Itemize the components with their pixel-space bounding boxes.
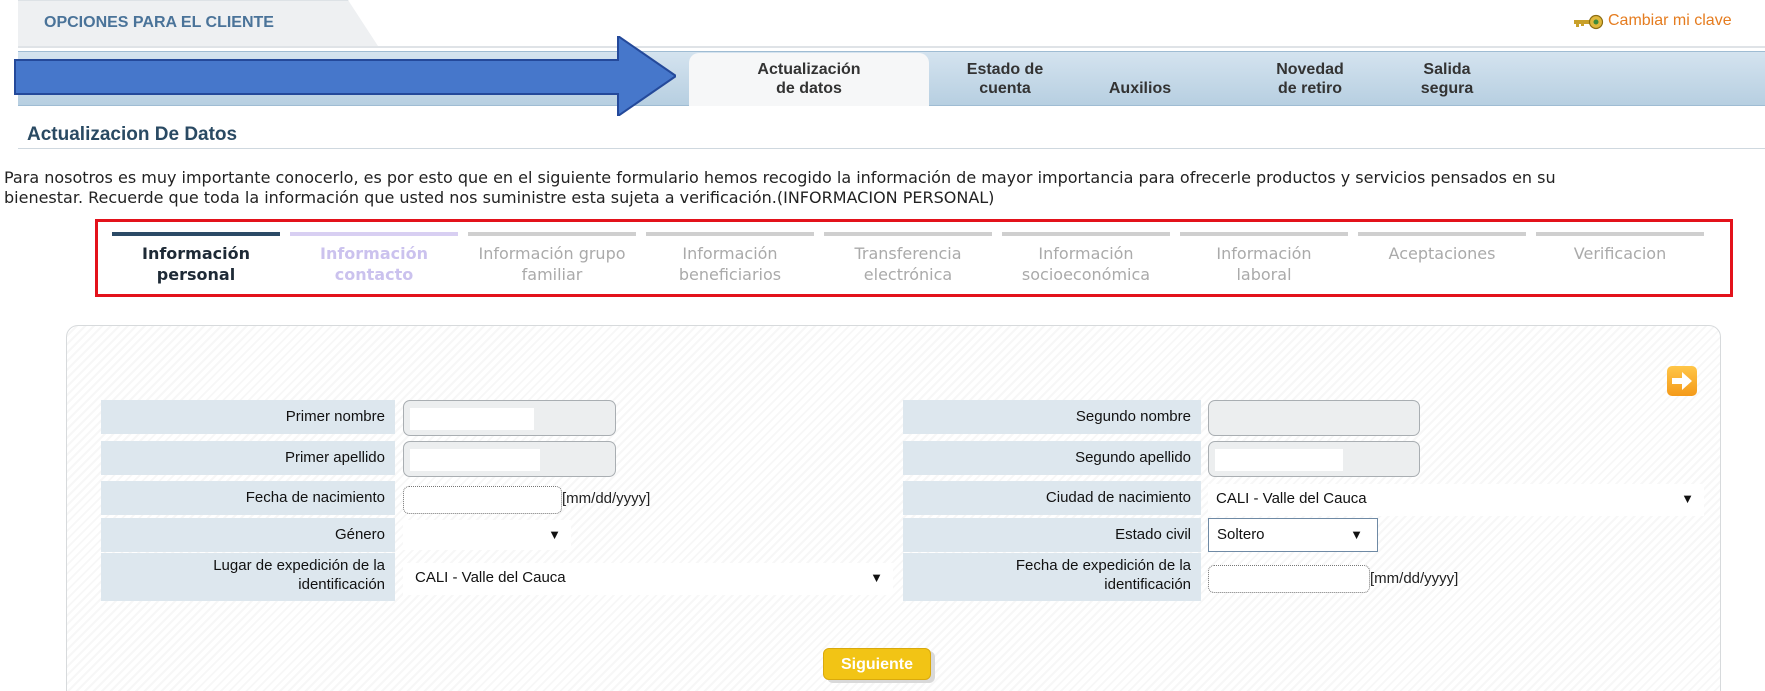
primer-nombre-input[interactable] — [403, 400, 616, 436]
nav-tab-label-line1 — [1085, 60, 1195, 79]
nav-tab-label-line1: Actualización — [757, 61, 861, 78]
estado-civil-select[interactable]: Soltero ▼ — [1208, 518, 1378, 552]
nav-tab-salida-segura[interactable]: Salida segura — [1392, 60, 1502, 98]
dropdown-caret-icon: ▼ — [548, 527, 561, 542]
dropdown-caret-icon: ▼ — [1681, 491, 1694, 506]
page-title: Actualizacion De Datos — [27, 124, 238, 145]
step-informacion-personal[interactable]: Información personal — [112, 243, 280, 285]
label-fecha-expedicion: Fecha de expedición de la identificación — [903, 553, 1201, 601]
step-informacion-socioeconomica[interactable]: Información socioeconómica — [1002, 243, 1170, 285]
step-label-line1: Información — [682, 244, 778, 263]
nav-tab-auxilios[interactable]: Auxilios — [1085, 60, 1195, 98]
step-bar — [1002, 232, 1170, 236]
nav-tab-label-line2: cuenta — [979, 80, 1031, 97]
primer-apellido-input[interactable] — [403, 441, 616, 477]
key-icon — [1574, 14, 1604, 30]
step-label-line2: beneficiarios — [678, 265, 782, 284]
ciudad-nacimiento-select-value: CALI - Valle del Cauca — [1216, 490, 1367, 507]
ciudad-nacimiento-select[interactable]: CALI - Valle del Cauca ▼ — [1208, 484, 1704, 516]
nav-tab-label-line2: Auxilios — [1108, 80, 1172, 97]
step-label-line2: laboral — [1236, 265, 1292, 284]
dropdown-caret-icon: ▼ — [870, 570, 883, 585]
label-segundo-apellido: Segundo apellido — [903, 441, 1201, 475]
step-label-line2: personal — [156, 265, 236, 284]
nav-tab-label-line1: Estado de — [966, 61, 1044, 78]
lugar-expedicion-select-value: CALI - Valle del Cauca — [415, 569, 566, 586]
label-primer-nombre: Primer nombre — [101, 400, 395, 434]
siguiente-button[interactable]: Siguiente — [823, 648, 931, 680]
step-informacion-beneficiarios[interactable]: Información beneficiarios — [646, 243, 814, 285]
segundo-nombre-input[interactable] — [1208, 400, 1420, 436]
label-primer-apellido: Primer apellido — [101, 441, 395, 475]
step-label-line1: Información — [1038, 244, 1134, 263]
dropdown-caret-icon: ▼ — [1350, 527, 1363, 542]
step-informacion-grupo-familiar[interactable]: Información grupo familiar — [458, 243, 646, 285]
label-line1: Lugar de expedición de la — [213, 557, 385, 574]
step-aceptaciones[interactable]: Aceptaciones — [1358, 243, 1526, 264]
intro-line-2: bienestar. Recuerde que toda la informac… — [4, 188, 995, 207]
next-arrow-icon[interactable] — [1667, 366, 1697, 396]
change-password-link[interactable]: Cambiar mi clave — [1608, 12, 1732, 30]
step-bar — [468, 232, 636, 236]
intro-line-1: Para nosotros es muy importante conocerl… — [4, 168, 1556, 187]
genero-select[interactable]: ▼ — [403, 520, 571, 550]
step-bar — [1536, 232, 1704, 236]
intro-text: Para nosotros es muy importante conocerl… — [4, 168, 1749, 208]
nav-tab-novedad-retiro[interactable]: Novedad de retiro — [1255, 60, 1365, 98]
step-label-line1: Información — [141, 244, 250, 263]
fecha-expedicion-format-hint: [mm/dd/yyyy] — [1370, 570, 1459, 587]
label-estado-civil: Estado civil — [903, 518, 1201, 552]
annotation-arrow — [14, 36, 676, 116]
step-label-line1: Información — [1216, 244, 1312, 263]
nav-tab-label-line1: Novedad — [1276, 61, 1344, 78]
step-label-line2: electrónica — [863, 265, 953, 284]
label-lugar-expedicion: Lugar de expedición de la identificación — [101, 553, 395, 601]
section-tab-label: OPCIONES PARA EL CLIENTE — [44, 14, 274, 31]
step-bar — [646, 232, 814, 236]
step-label-line1: Información grupo — [478, 244, 626, 263]
nav-tab-label-line2: de datos — [776, 80, 842, 97]
nav-tab-label-line1: Salida — [1423, 61, 1471, 78]
label-ciudad-nacimiento: Ciudad de nacimiento — [903, 481, 1201, 515]
step-bar — [112, 232, 280, 236]
step-bar — [1358, 232, 1526, 236]
fecha-expedicion-input[interactable] — [1208, 565, 1370, 593]
segundo-apellido-input[interactable] — [1208, 441, 1420, 477]
nav-tab-label-line2: segura — [1420, 80, 1474, 97]
label-line2: identificación — [298, 576, 385, 593]
step-informacion-laboral[interactable]: Información laboral — [1180, 243, 1348, 285]
label-segundo-nombre: Segundo nombre — [903, 400, 1201, 434]
step-bar — [824, 232, 992, 236]
fecha-nacimiento-input[interactable] — [403, 486, 562, 514]
step-label-line2: socioeconómica — [1021, 265, 1151, 284]
step-informacion-contacto[interactable]: Información contacto — [290, 243, 458, 285]
label-fecha-nacimiento: Fecha de nacimiento — [101, 481, 395, 515]
label-genero: Género — [101, 518, 395, 552]
step-verificacion[interactable]: Verificacion — [1536, 243, 1704, 264]
label-line2: identificación — [1104, 576, 1191, 593]
estado-civil-select-value: Soltero — [1217, 526, 1265, 543]
step-bar — [290, 232, 458, 236]
step-label-line1: Verificacion — [1573, 244, 1667, 263]
step-transferencia-electronica[interactable]: Transferencia electrónica — [824, 243, 992, 285]
step-bar — [1180, 232, 1348, 236]
fecha-nacimiento-format-hint: [mm/dd/yyyy] — [562, 490, 651, 507]
step-label-line1: Aceptaciones — [1388, 244, 1496, 263]
title-divider — [18, 148, 1765, 149]
nav-tab-actualizacion[interactable]: Actualización de datos — [689, 60, 929, 98]
label-line1: Fecha de expedición de la — [1015, 557, 1191, 574]
nav-tab-estado-cuenta[interactable]: Estado de cuenta — [950, 60, 1060, 98]
nav-tab-label-line2: de retiro — [1277, 80, 1342, 97]
step-label-line2: familiar — [521, 265, 583, 284]
step-label-line1: Información — [319, 244, 428, 263]
step-label-line1: Transferencia — [854, 244, 962, 263]
step-label-line2: contacto — [334, 265, 414, 284]
lugar-expedicion-select[interactable]: CALI - Valle del Cauca ▼ — [403, 563, 893, 595]
